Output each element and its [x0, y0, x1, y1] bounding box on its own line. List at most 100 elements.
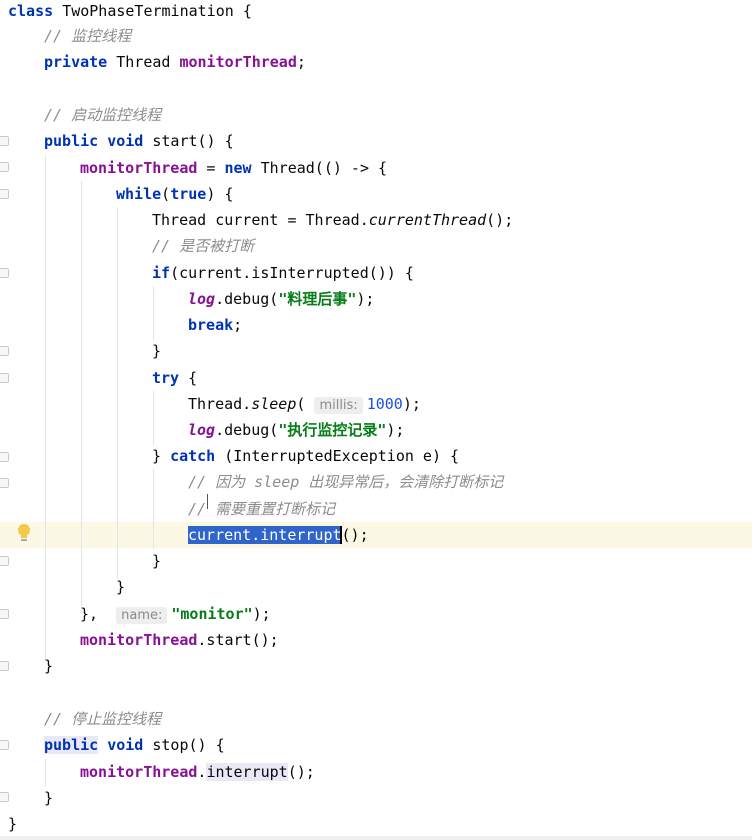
- lightbulb-icon[interactable]: [17, 523, 31, 545]
- code-line[interactable]: }: [44, 653, 53, 679]
- code-line[interactable]: }: [152, 548, 161, 574]
- code-line[interactable]: if(current.isInterrupted()) {: [152, 260, 414, 286]
- keyword: public: [44, 132, 99, 150]
- fold-marker-icon[interactable]: [0, 478, 9, 488]
- code-line[interactable]: // 监控线程: [44, 23, 131, 49]
- indent-guide: [81, 181, 82, 606]
- selected-text[interactable]: current.interrupt: [188, 526, 342, 544]
- field-name: monitorThread: [80, 631, 198, 649]
- code-line[interactable]: monitorThread.start();: [80, 627, 279, 653]
- fold-marker-icon[interactable]: [0, 452, 9, 462]
- code-line[interactable]: }: [8, 811, 17, 837]
- fold-marker-icon[interactable]: [0, 136, 9, 146]
- horizontal-scrollbar[interactable]: [0, 836, 752, 840]
- log-field: log: [188, 421, 216, 439]
- code-text: Thread(() -> {: [251, 159, 388, 177]
- indent-guide: [45, 155, 46, 660]
- method-name: sleep: [251, 395, 297, 413]
- code-line[interactable]: public void start() {: [44, 128, 234, 154]
- fold-marker-icon[interactable]: [0, 189, 9, 199]
- fold-marker-icon[interactable]: [0, 373, 9, 383]
- assign-op: =: [197, 159, 225, 177]
- method-name: interrupt: [206, 763, 288, 781]
- code-editor[interactable]: { "editor": { "lines": { "class_decl": {…: [0, 0, 752, 840]
- paren: (: [296, 395, 306, 413]
- code-line[interactable]: try {: [152, 365, 197, 391]
- brace: }: [44, 789, 54, 807]
- comment: // 是否被打断: [152, 237, 255, 255]
- number-literal: 1000: [366, 395, 403, 413]
- code-line[interactable]: }: [44, 785, 53, 811]
- code-text: {: [179, 369, 198, 387]
- keyword: catch: [170, 447, 216, 465]
- code-line[interactable]: Thread.sleep( millis: 1000);: [188, 391, 421, 417]
- comment: // 需要重置打断标记: [188, 500, 336, 518]
- code-text: ) {: [206, 185, 234, 203]
- code-line[interactable]: log.debug("执行监控记录");: [188, 417, 404, 443]
- parameter-hint: name:: [116, 607, 168, 624]
- brace: }: [8, 815, 18, 833]
- fold-marker-icon[interactable]: [0, 792, 9, 802]
- code-text: ();: [287, 763, 315, 781]
- code-line[interactable]: monitorThread.interrupt();: [80, 759, 315, 785]
- semicolon: ;: [233, 316, 243, 334]
- keyword: while: [116, 185, 162, 203]
- code-text: .start();: [197, 631, 279, 649]
- string-literal: "料理后事": [278, 290, 357, 308]
- keyword: try: [152, 369, 180, 387]
- fold-marker-icon[interactable]: [0, 661, 9, 671]
- mouse-cursor: [207, 494, 210, 509]
- keyword: public: [44, 736, 99, 754]
- indent-guide: [153, 391, 154, 445]
- method-name: currentThread: [368, 211, 487, 229]
- code-line[interactable]: class TwoPhaseTermination {: [8, 0, 252, 24]
- code-text: Thread current = Thread.: [152, 211, 369, 229]
- code-line[interactable]: Thread current = Thread.currentThread();: [152, 207, 513, 233]
- code-text: (InterruptedException e) {: [215, 447, 460, 465]
- code-line[interactable]: log.debug("料理后事");: [188, 286, 374, 312]
- code-line[interactable]: }, name: "monitor");: [80, 601, 271, 627]
- code-line[interactable]: } catch (InterruptedException e) {: [152, 443, 459, 469]
- fold-marker-icon[interactable]: [0, 346, 9, 356]
- comment: // 启动监控线程: [44, 106, 162, 124]
- log-field: log: [188, 290, 216, 308]
- indent-guide: [153, 286, 154, 340]
- code-line[interactable]: // 是否被打断: [152, 233, 254, 259]
- keyword: class: [8, 2, 54, 20]
- code-text: (current.isInterrupted()) {: [170, 264, 414, 282]
- code-line[interactable]: while(true) {: [116, 181, 233, 207]
- code-text: ();: [486, 211, 514, 229]
- code-line[interactable]: }: [116, 574, 125, 600]
- fold-marker-icon[interactable]: [0, 609, 9, 619]
- brace: }: [152, 447, 171, 465]
- field-name: monitorThread: [80, 159, 198, 177]
- fold-marker-icon[interactable]: [0, 556, 9, 566]
- code-line[interactable]: private Thread monitorThread;: [44, 49, 306, 75]
- code-line[interactable]: monitorThread = new Thread(() -> {: [80, 155, 387, 181]
- method-signature: start() {: [152, 132, 234, 150]
- string-literal: "monitor": [171, 605, 253, 623]
- current-line-highlight: [0, 522, 752, 548]
- parameter-hint: millis:: [314, 397, 363, 414]
- keyword: void: [107, 736, 144, 754]
- code-line[interactable]: // 需要重置打断标记: [188, 496, 335, 522]
- code-line[interactable]: // 启动监控线程: [44, 102, 161, 128]
- comment: // 停止监控线程: [44, 710, 162, 728]
- fold-marker-icon[interactable]: [0, 740, 9, 750]
- editor-gutter[interactable]: [0, 0, 9, 840]
- code-line[interactable]: // 因为 sleep 出现异常后，会清除打断标记: [188, 469, 503, 495]
- code-line[interactable]: public void stop() {: [44, 732, 225, 758]
- keyword: private: [44, 53, 108, 71]
- indent-guide: [117, 207, 118, 579]
- code-line[interactable]: // 停止监控线程: [44, 706, 161, 732]
- code-text: },: [80, 605, 108, 623]
- keyword: break: [188, 316, 234, 334]
- code-text: Thread.: [188, 395, 252, 413]
- comment: // 因为 sleep 出现异常后，会清除打断标记: [188, 473, 504, 491]
- indent-guide: [45, 759, 46, 787]
- fold-marker-icon[interactable]: [0, 162, 9, 172]
- code-line[interactable]: break;: [188, 312, 242, 338]
- code-line[interactable]: }: [152, 338, 161, 364]
- keyword: true: [170, 185, 207, 203]
- fold-marker-icon[interactable]: [0, 268, 9, 278]
